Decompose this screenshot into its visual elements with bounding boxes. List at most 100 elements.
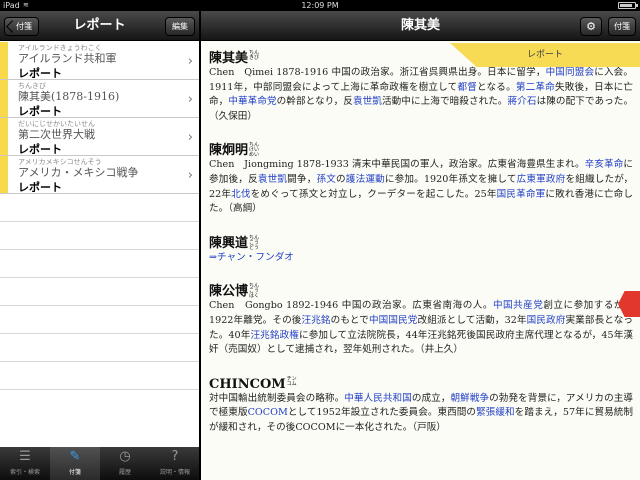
cross-reference-link[interactable]: 国民革命軍	[497, 189, 546, 200]
cross-reference-link[interactable]: 護法運動	[346, 174, 385, 185]
entry-reading: ちん こう はく	[249, 283, 260, 300]
cross-reference-link[interactable]: 中国共産党	[493, 300, 543, 311]
cross-reference-link[interactable]: 汪兆銘政権	[250, 330, 299, 341]
empty-row	[0, 194, 199, 222]
chevron-right-icon: ›	[187, 130, 193, 145]
report-list: アイルランドきょうわこく アイルランド共和軍 レポート › ちんきび 陳其美(1878-1…	[0, 42, 199, 390]
list-item-title: アイルランド共和軍	[18, 52, 117, 65]
entry-headword: 陳公博	[209, 284, 249, 300]
cross-reference-link[interactable]: 蔣介石	[508, 96, 537, 107]
cross-reference-link[interactable]: 袁世凱	[353, 96, 382, 107]
entry-body: Chen Qimei 1878-1916 中国の政治家。浙江省呉興県出身。日本に…	[209, 66, 633, 124]
empty-row	[0, 250, 199, 278]
dictionary-entry: 陳公博ちん こう はく Chen Gongbo 1892-1946 中国の政治家。…	[209, 277, 633, 357]
detail-pane: 陳其美 ⚙ 付箋 陳其美ちん きび Chen Qimei 1878-1916 中国…	[201, 11, 640, 480]
settings-button[interactable]: ⚙	[580, 17, 602, 36]
entry-text: となる。	[477, 81, 516, 93]
tab-bookmarks[interactable]: ✎ 付箋	[50, 447, 100, 480]
tab-history[interactable]: ◷ 履歴	[100, 447, 150, 480]
entry-text: 闘争，	[287, 173, 317, 185]
list-item-tag: レポート	[18, 67, 62, 80]
list-item-tag: レポート	[18, 105, 62, 118]
list-item[interactable]: ちんきび 陳其美(1878-1916) レポート ›	[0, 80, 199, 118]
sidebar-pane: 付箋 レポート 編集 アイルランドきょうわこく アイルランド共和軍 レポート › ちんき…	[0, 11, 199, 480]
battery-icon	[618, 2, 638, 9]
entry-text: 改組派として活動，32年	[417, 314, 527, 326]
cross-reference-link[interactable]: COCOM	[248, 407, 288, 418]
entry-reading: ちん けいめい	[249, 142, 260, 159]
clock-icon: ◷	[119, 449, 131, 464]
list-item[interactable]: だいにじせかいたいせん 第二次世界大戦 レポート ›	[0, 118, 199, 156]
entry-text: 活動中に上海で暗殺された。	[381, 96, 508, 108]
cross-reference-link[interactable]: 北伐	[231, 189, 251, 200]
status-clock: 12:09 PM	[301, 1, 339, 10]
dictionary-entry: CHINCOMチン コム対中国輸出統制委員会の略称。中華人民共和国の成立，朝鮮戦…	[209, 370, 633, 436]
gear-icon: ⚙	[586, 20, 596, 33]
cross-reference-link[interactable]: 朝鮮戦争	[451, 393, 490, 404]
tab-bar: ☰ 索引・検索 ✎ 付箋 ◷ 履歴 ? 説明・情報	[0, 447, 199, 480]
cross-reference-link[interactable]: 広東軍政府	[517, 174, 566, 185]
entry-text: の成立，	[411, 392, 451, 404]
report-ribbon[interactable]: レポート	[450, 43, 640, 67]
empty-row	[0, 306, 199, 334]
cross-reference-link[interactable]: 中華人民共和国	[344, 393, 412, 404]
tab-label: 付箋	[68, 469, 81, 476]
list-item[interactable]: アイルランドきょうわこく アイルランド共和軍 レポート ›	[0, 42, 199, 80]
empty-row	[0, 362, 199, 390]
entry-headword: CHINCOM	[209, 376, 286, 392]
entry-text: をめぐって孫文と対立し，クーデターを起こした。25年	[250, 188, 497, 200]
cross-reference-link[interactable]: 緊張緩和	[476, 407, 515, 418]
cross-reference-link[interactable]: 第二革命	[516, 82, 555, 93]
detail-title: 陳其美	[400, 18, 440, 33]
empty-row	[0, 334, 199, 362]
list-icon: ☰	[19, 449, 31, 464]
article-content: 陳其美ちん きび Chen Qimei 1878-1916 中国の政治家。浙江省呉…	[209, 44, 633, 448]
chevron-right-icon: ›	[187, 168, 193, 183]
chevron-right-icon: ›	[187, 54, 193, 69]
cross-reference-link[interactable]: 中国同盟会	[546, 67, 595, 78]
entry-reading: ちん きび	[249, 50, 260, 61]
cross-reference-link[interactable]: 辛亥革命	[585, 159, 624, 170]
list-item-title: アメリカ・メキシコ戦争	[18, 166, 139, 179]
entry-text: Chen Jiongming 1878-1933 清末中華民国の軍人，政治家。広…	[209, 159, 585, 171]
tag-color-stripe	[0, 42, 8, 79]
entry-body: Chen Gongbo 1892-1946 中国の政治家。広東省南海の人。中国共…	[209, 299, 633, 357]
entry-headword-row: 陳興道ちん こう どう	[209, 229, 633, 251]
tab-label: 説明・情報	[159, 469, 190, 476]
tab-index-search[interactable]: ☰ 索引・検索	[0, 447, 50, 480]
entry-headword: 陳其美	[209, 51, 249, 66]
entry-body: Chen Jiongming 1878-1933 清末中華民国の軍人，政治家。広…	[209, 158, 633, 216]
status-bar: iPad ≋ 12:09 PM	[0, 0, 640, 11]
tag-color-stripe	[0, 80, 8, 117]
entry-text: のもとで	[330, 314, 369, 326]
tab-info[interactable]: ? 説明・情報	[150, 447, 200, 480]
cross-reference-link[interactable]: 汪兆銘	[301, 315, 330, 326]
cross-reference-link[interactable]: 中華革命党	[228, 96, 276, 107]
entry-reading: ちん こう どう	[249, 234, 260, 251]
tag-color-stripe	[0, 156, 8, 193]
cross-reference-link[interactable]: 中国国民党	[369, 315, 418, 326]
entry-text: に参加。1920年孫文を擁して	[384, 173, 517, 185]
tag-icon: ✎	[69, 449, 81, 464]
entry-reading: チン コム	[286, 375, 297, 387]
tab-label: 履歴	[118, 469, 131, 476]
cross-reference-link[interactable]: 孫文	[316, 174, 336, 185]
entry-body: 対中国輸出統制委員会の略称。中華人民共和国の成立，朝鮮戦争の勃発を背景に，アメリ…	[209, 392, 633, 436]
dictionary-entry: 陳炯明ちん けいめい Chen Jiongming 1878-1933 清末中華民…	[209, 136, 633, 216]
entry-headword: 陳興道	[209, 235, 249, 251]
entry-body: ⇒チャン・フンダオ	[209, 251, 633, 266]
sidebar-nav-bar: 付箋 レポート 編集	[0, 11, 199, 41]
cross-reference-link[interactable]: 都督	[457, 82, 477, 93]
edit-button[interactable]: 編集	[165, 17, 195, 36]
cross-reference-link[interactable]: 国民政府	[527, 315, 566, 326]
entry-text: の幹部となり，反	[276, 96, 353, 108]
list-item[interactable]: アメリカメキシコせんそう アメリカ・メキシコ戦争 レポート ›	[0, 156, 199, 194]
list-item-tag: レポート	[18, 181, 62, 194]
dictionary-entry: 陳興道ちん こう どう ⇒チャン・フンダオ	[209, 229, 633, 266]
entry-headword-row: 陳公博ちん こう はく	[209, 277, 633, 300]
add-bookmark-button[interactable]: 付箋	[608, 17, 636, 36]
battery-fill	[620, 4, 632, 7]
tab-label: 索引・検索	[9, 469, 40, 476]
entry-headword: 陳炯明	[209, 143, 249, 159]
cross-reference-link[interactable]: 袁世凱	[258, 174, 287, 185]
